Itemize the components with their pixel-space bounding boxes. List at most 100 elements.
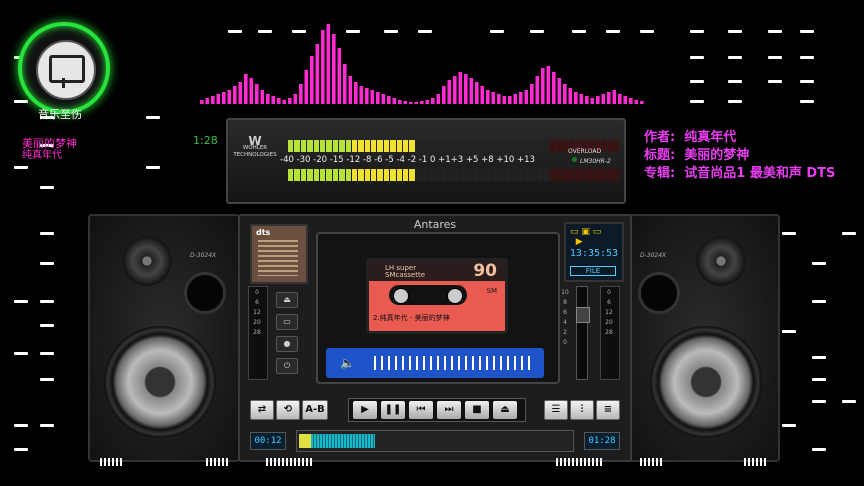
reel-icon (447, 288, 463, 304)
deck-foot (266, 458, 312, 466)
play-button[interactable]: ▶ (353, 401, 377, 419)
progress-bar[interactable] (296, 430, 574, 452)
power-button[interactable]: ⏻ (276, 358, 298, 374)
meta-author: 作者: 纯真年代 (644, 126, 736, 145)
left-speaker: D-3024X (88, 214, 240, 462)
playlist-button[interactable]: ☰ (544, 400, 568, 420)
vu-segment (434, 169, 441, 181)
vu-segment (562, 169, 569, 181)
vu-segment (428, 169, 434, 181)
vu-segment (460, 169, 466, 181)
volume-icon[interactable]: 🔈 (340, 356, 355, 370)
vu-segment (537, 140, 543, 152)
spectrum-bar (607, 92, 611, 104)
peak-dash (768, 56, 782, 59)
vu-segment (479, 140, 486, 152)
spectrum-bar (535, 76, 540, 104)
spectrum-bar (486, 90, 490, 104)
spectrum-bar (315, 44, 320, 104)
repeat-button[interactable]: ⟲ (276, 400, 300, 420)
spectrum-bar (354, 82, 358, 104)
peak-dash (40, 232, 54, 235)
record-button[interactable]: ● (276, 336, 298, 352)
equalizer-button[interactable]: ⫶ (570, 400, 594, 420)
previous-button[interactable]: ⏮ (409, 401, 433, 419)
ab-repeat-button[interactable]: A-B (302, 400, 328, 420)
spectrum-bar (387, 96, 391, 104)
spectrum-bar (227, 90, 232, 104)
vu-segment (319, 140, 326, 152)
spectrum-bar (442, 86, 446, 104)
peak-dash (782, 330, 796, 333)
pitch-scale: 10 8 6 4 2 0 (561, 289, 569, 346)
menu-button[interactable]: ≡ (596, 400, 620, 420)
peak-dash (728, 80, 742, 83)
file-button[interactable]: FILE (570, 266, 616, 276)
vu-segment (556, 169, 562, 181)
spectrum-bar (260, 90, 265, 104)
peak-dash (812, 300, 826, 303)
cassette: LH super SMcassette 90 SM 2.纯真年代 - 美丽的梦神 (366, 258, 508, 334)
reel-icon (393, 288, 409, 304)
vu-segment (466, 140, 473, 152)
spectrum-bar (222, 92, 226, 104)
pitch-thumb[interactable] (576, 307, 590, 323)
peak-dash (728, 56, 742, 59)
vu-segment (492, 169, 498, 181)
vu-segment (601, 140, 607, 152)
peak-dash (812, 356, 826, 359)
vu-segment (307, 169, 313, 181)
overload-label: OVERLOAD (568, 148, 602, 155)
spectrum-bar (596, 96, 600, 104)
pitch-slider[interactable] (576, 286, 590, 380)
vu-segment (300, 140, 307, 152)
speaker-foot (744, 458, 766, 466)
spectrum-bar (574, 92, 578, 104)
pause-button[interactable]: ❚❚ (381, 401, 405, 419)
spectrum-bar (211, 96, 215, 104)
spectrum-bar (282, 100, 287, 104)
eject-button[interactable]: ⏏ (493, 401, 517, 419)
vu-segment (486, 169, 492, 181)
meta-title-label: 标题: (644, 148, 676, 163)
eject-button[interactable]: ⏏ (276, 292, 298, 308)
vu-segment (300, 169, 307, 181)
volume-slider[interactable]: 🔈 (326, 348, 544, 378)
shuffle-button[interactable]: ⇄ (250, 400, 274, 420)
app-logo[interactable] (18, 22, 110, 114)
spectrum-bar (288, 98, 292, 104)
current-time: 00:12 (250, 432, 286, 450)
spectrum-bar (453, 76, 457, 104)
peak-dash (800, 56, 814, 59)
peak-dash (800, 30, 814, 33)
volume-ticks (374, 356, 534, 370)
left-db-scale: 0 6 12 20 28 (253, 289, 261, 336)
peak-dash (690, 100, 704, 103)
vu-segment (288, 169, 294, 181)
spectrum-bar (629, 98, 633, 104)
vu-brand: W WOHLER TECHNOLOGIES (232, 134, 278, 159)
cd-display[interactable]: ▭ ▣ ▭ ▶ 13:35:53 FILE (564, 222, 624, 282)
vu-segment (288, 140, 294, 152)
vu-segment (447, 169, 454, 181)
spectrum-bar (277, 98, 281, 104)
next-button[interactable]: ⏭ (437, 401, 461, 419)
vu-segment (543, 140, 550, 152)
peak-dash (812, 262, 826, 265)
peak-dash (40, 378, 54, 381)
spectrum-bar (249, 78, 254, 104)
stop-button[interactable]: ■ (465, 401, 489, 419)
vu-segment (530, 140, 537, 152)
vu-segment (319, 169, 326, 181)
screen-button[interactable]: ▭ (276, 314, 298, 330)
peak-dash (728, 30, 742, 33)
vu-segment (492, 140, 498, 152)
wohler-logo-icon: W (248, 134, 262, 148)
dts-label: dts (256, 228, 271, 237)
vu-segment (332, 169, 339, 181)
spectrum-bar (623, 96, 628, 104)
vu-segment (326, 169, 332, 181)
spectrum-bar (244, 74, 248, 104)
spectrum-bar (491, 92, 496, 104)
vu-segment (518, 140, 524, 152)
